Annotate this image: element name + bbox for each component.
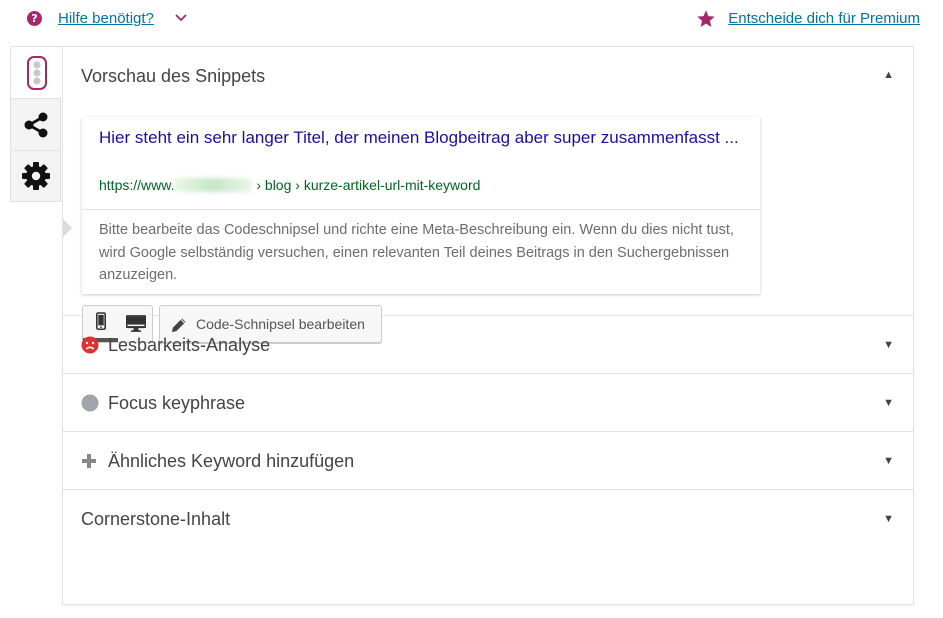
plus-icon	[82, 454, 96, 468]
share-icon	[24, 112, 47, 137]
cornerstone-title: Cornerstone-Inhalt	[81, 509, 231, 529]
metabox-tabs	[10, 46, 63, 202]
section-title[interactable]: Vorschau des Snippets	[81, 66, 265, 87]
snippet-url-path: › blog › kurze-artikel-url-mit-keyword	[256, 177, 481, 193]
help-icon[interactable]: ?	[27, 11, 42, 26]
expand-arrow-icon[interactable]: ▼	[883, 455, 894, 467]
related-keyword-section[interactable]: Ähnliches Keyword hinzufügen ▼	[63, 432, 913, 490]
yoast-seo-metabox: ? Hilfe benötigt? Entscheide dich für Pr…	[0, 0, 943, 618]
collapse-arrow-icon[interactable]: ▲	[883, 69, 894, 81]
divider	[82, 209, 760, 210]
focus-keyphrase-section[interactable]: Focus keyphrase ▼	[63, 374, 913, 432]
sad-face-icon	[81, 336, 99, 354]
expand-arrow-icon[interactable]: ▼	[883, 513, 894, 525]
snippet-title[interactable]: Hier steht ein sehr langer Titel, der me…	[99, 126, 739, 149]
metabox-panel: Vorschau des Snippets ▲ Hier steht ein s…	[62, 46, 914, 605]
tab-seo[interactable]	[10, 46, 63, 98]
expand-arrow-icon[interactable]: ▼	[883, 339, 894, 351]
snippet-description[interactable]: Bitte bearbeite das Codeschnipsel und ri…	[99, 219, 749, 287]
expand-arrow-icon[interactable]: ▼	[883, 397, 894, 409]
chevron-down-icon[interactable]	[175, 13, 187, 23]
tab-social[interactable]	[10, 98, 61, 150]
traffic-light-icon	[26, 55, 47, 90]
snippet-preview-section: Vorschau des Snippets ▲ Hier steht ein s…	[63, 47, 913, 343]
cornerstone-section[interactable]: Cornerstone-Inhalt ▼	[63, 490, 913, 548]
star-icon	[697, 10, 715, 27]
tab-advanced[interactable]	[10, 150, 61, 202]
top-bar: ? Hilfe benötigt? Entscheide dich für Pr…	[0, 0, 943, 38]
grey-dot-icon	[81, 394, 99, 412]
premium-link[interactable]: Entscheide dich für Premium	[728, 10, 920, 27]
snippet-url[interactable]: https://www. › blog › kurze-artikel-url-…	[99, 177, 480, 193]
snippet-url-prefix: https://www.	[99, 177, 175, 193]
blurred-domain	[174, 178, 253, 192]
readability-section[interactable]: Lesbarkeits-Analyse ▼	[63, 316, 913, 374]
help-link[interactable]: Hilfe benötigt?	[58, 10, 154, 27]
focus-keyphrase-title: Focus keyphrase	[108, 393, 246, 413]
card-pointer	[63, 219, 72, 237]
gear-icon	[21, 162, 50, 190]
google-snippet-preview[interactable]: Hier steht ein sehr langer Titel, der me…	[82, 117, 760, 294]
readability-title: Lesbarkeits-Analyse	[108, 335, 271, 355]
related-keyword-title: Ähnliches Keyword hinzufügen	[108, 451, 355, 471]
